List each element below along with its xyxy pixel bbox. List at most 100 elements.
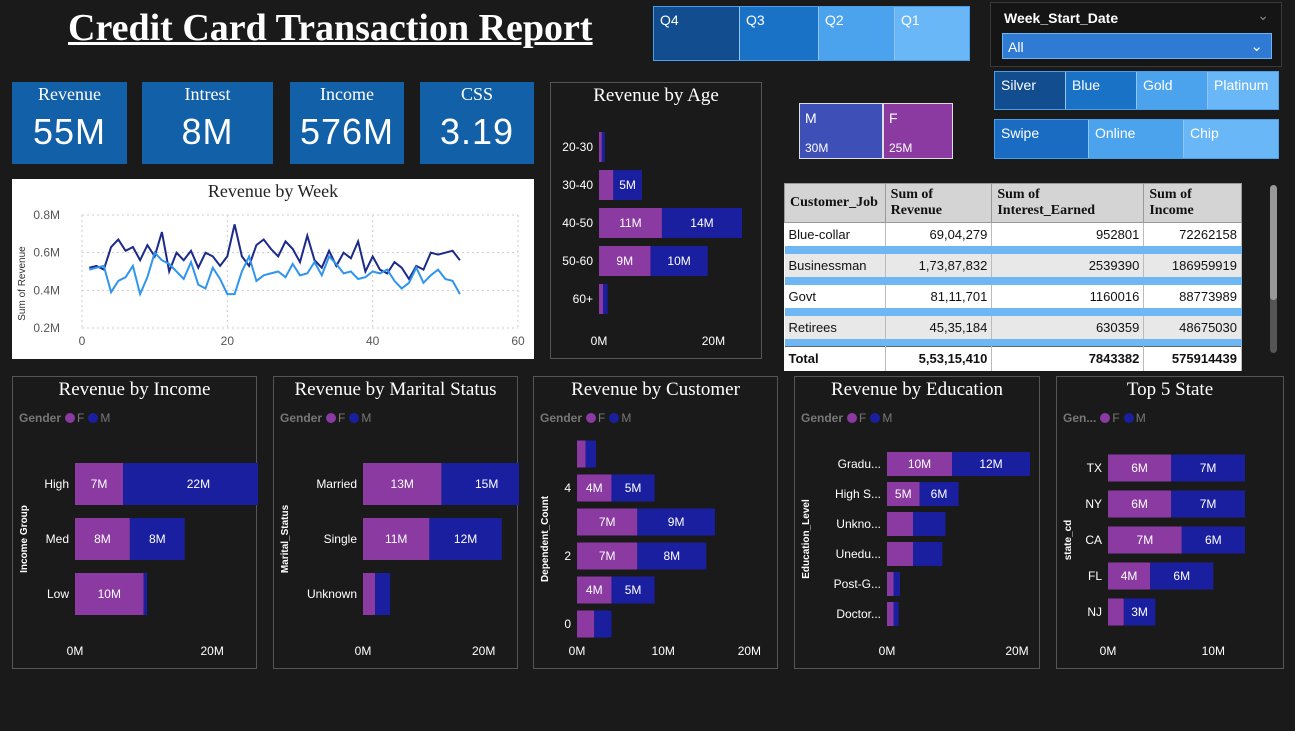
table-row: Blue-collar 69,04,279 952801 72262158 xyxy=(784,222,1242,246)
y-tick-label: 0.8M xyxy=(33,208,60,222)
card-option-platinum[interactable]: Platinum xyxy=(1208,72,1278,109)
bar-m[interactable] xyxy=(601,132,605,162)
data-label: 8M xyxy=(94,532,111,546)
bar-m[interactable] xyxy=(585,440,596,468)
column-header[interactable]: Sum of Interest_Earned xyxy=(991,183,1145,223)
use-option-online[interactable]: Online xyxy=(1089,120,1184,158)
bar-f[interactable] xyxy=(577,610,595,638)
bar-m[interactable] xyxy=(375,573,391,615)
data-label: 5M xyxy=(619,178,636,192)
gender-tile-m[interactable]: M 30M xyxy=(799,103,883,159)
y-axis-label: Education_Level xyxy=(801,499,812,579)
data-label: 4M xyxy=(1121,569,1138,583)
table-cell: 1160016 xyxy=(991,284,1145,308)
revenue-by-customer-chart: 4 4M 5M 7M 9M 2 7M 8M 4M 5M 0 0M 10M 20M Dependent_Cou… xyxy=(540,440,761,658)
table-header-row: Customer_Job Sum of Revenue Sum of Interes… xyxy=(784,183,1242,223)
use-chip-slicer: Swipe Online Chip xyxy=(994,119,1279,159)
bar-m[interactable] xyxy=(603,284,608,314)
bar-m[interactable] xyxy=(913,542,943,566)
use-option-swipe[interactable]: Swipe xyxy=(995,120,1089,158)
data-label: 9M xyxy=(616,254,633,268)
data-label: 22M xyxy=(187,477,210,491)
category-label: High xyxy=(44,477,69,491)
data-label: 14M xyxy=(690,216,713,230)
data-label: 8M xyxy=(663,549,680,563)
kpi-label: Income xyxy=(320,84,374,104)
kpi-css: CSS 3.19 xyxy=(420,82,534,164)
data-label: 11M xyxy=(619,216,641,230)
kpi-label: Revenue xyxy=(38,84,101,104)
bar-m[interactable] xyxy=(594,610,612,638)
category-label: Married xyxy=(316,477,357,491)
table-cell: 952801 xyxy=(991,222,1145,246)
scrollbar-thumb[interactable] xyxy=(1270,185,1277,300)
bar-f[interactable] xyxy=(363,573,376,615)
revenue-by-customer-panel: Revenue by Customer Gender F M 4 4M 5M 7M 9M 2 7… xyxy=(533,376,778,669)
use-option-chip[interactable]: Chip xyxy=(1184,120,1278,158)
data-label: 7M xyxy=(599,515,616,529)
category-label: Med xyxy=(46,532,69,546)
x-tick-label: 0M xyxy=(355,644,372,658)
x-tick-label: 40 xyxy=(366,334,380,348)
week-dropdown[interactable]: All ⌄ xyxy=(1002,33,1272,59)
bar-f[interactable] xyxy=(577,440,586,468)
category-label: High S... xyxy=(835,487,881,501)
card-option-gold[interactable]: Gold xyxy=(1137,72,1208,109)
card-option-silver[interactable]: Silver xyxy=(995,72,1066,109)
bar-f[interactable] xyxy=(599,170,614,200)
category-label: Unkno... xyxy=(836,517,881,531)
bar-m[interactable] xyxy=(913,512,946,536)
bar-m[interactable] xyxy=(143,573,147,615)
bar-m[interactable] xyxy=(893,602,899,626)
collapse-chevron-icon[interactable]: ⌄ xyxy=(1257,7,1269,24)
bar-m[interactable] xyxy=(893,572,901,596)
revenue-by-education-chart: Gradu... 10M 12M High S... 5M 6M Unkno... Unedu… xyxy=(801,452,1030,658)
customer-job-table: Customer_Job Sum of Revenue Sum of Interes… xyxy=(784,183,1242,371)
data-label: 6M xyxy=(1173,569,1190,583)
category-label: NJ xyxy=(1087,605,1102,619)
x-tick-label: 10M xyxy=(652,644,675,658)
data-label: 6M xyxy=(1205,533,1222,547)
category-label: 50-60 xyxy=(562,254,593,268)
y-axis-label: Sum of Revenue xyxy=(17,246,28,321)
table-cell: Businessman xyxy=(784,253,886,277)
table-cell: 45,35,184 xyxy=(885,315,993,339)
kpi-label: CSS xyxy=(460,84,494,104)
bar-f[interactable] xyxy=(887,572,894,596)
bar-f[interactable] xyxy=(887,602,894,626)
kpi-value: 55M xyxy=(32,111,107,152)
row-separator xyxy=(784,307,1242,316)
report-title: Credit Card Transaction Report xyxy=(68,7,593,49)
line-series-1[interactable] xyxy=(89,224,461,281)
revenue-by-income-chart: High 7M 22M Med 8M 8M Low 10M 0M 20M Income Group xyxy=(19,463,258,658)
quarter-option-q4[interactable]: Q4 xyxy=(654,7,740,60)
column-header[interactable]: Customer_Job xyxy=(784,183,886,223)
revenue-by-marital-panel: Revenue by Marital Status Gender F M Marri… xyxy=(273,376,519,669)
week-start-date-slicer: Week_Start_Date ⌄ All ⌄ xyxy=(990,2,1282,67)
quarter-slicer: Q4 Q3 Q2 Q1 xyxy=(653,6,970,61)
row-separator xyxy=(784,276,1242,285)
column-header[interactable]: Sum of Income xyxy=(1143,183,1242,223)
x-tick-label: 0M xyxy=(879,644,896,658)
bar-f[interactable] xyxy=(1108,598,1124,626)
table-cell: 81,11,701 xyxy=(885,284,993,308)
data-label: 5M xyxy=(895,487,912,501)
kpi-interest: Intrest 8M xyxy=(142,82,273,164)
card-option-blue[interactable]: Blue xyxy=(1066,72,1137,109)
revenue-by-age-panel: Revenue by Age 20-30 30-40 5M 40-50 11M 14M 50… xyxy=(550,82,762,359)
quarter-option-q1[interactable]: Q1 xyxy=(895,7,969,60)
table-cell: 1,73,87,832 xyxy=(885,253,993,277)
table-scrollbar[interactable] xyxy=(1270,185,1277,353)
bar-f[interactable] xyxy=(887,542,913,566)
column-header[interactable]: Sum of Revenue xyxy=(884,183,993,223)
kpi-value: 3.19 xyxy=(439,111,515,152)
bar-f[interactable] xyxy=(887,512,913,536)
quarter-option-q2[interactable]: Q2 xyxy=(819,7,895,60)
bar-f[interactable] xyxy=(599,284,604,314)
revenue-by-week-panel: Revenue by Week 0.2M 0.4M 0.6M 0.8M 0 20 40 60 S… xyxy=(12,179,534,359)
bar-f[interactable] xyxy=(599,132,602,162)
y-axis-label: Dependent_Count xyxy=(540,495,551,582)
revenue-by-income-panel: Revenue by Income Gender F M High 7M 22M Med 8… xyxy=(12,376,258,669)
quarter-option-q3[interactable]: Q3 xyxy=(740,7,819,60)
gender-tile-f[interactable]: F 25M xyxy=(883,103,953,159)
